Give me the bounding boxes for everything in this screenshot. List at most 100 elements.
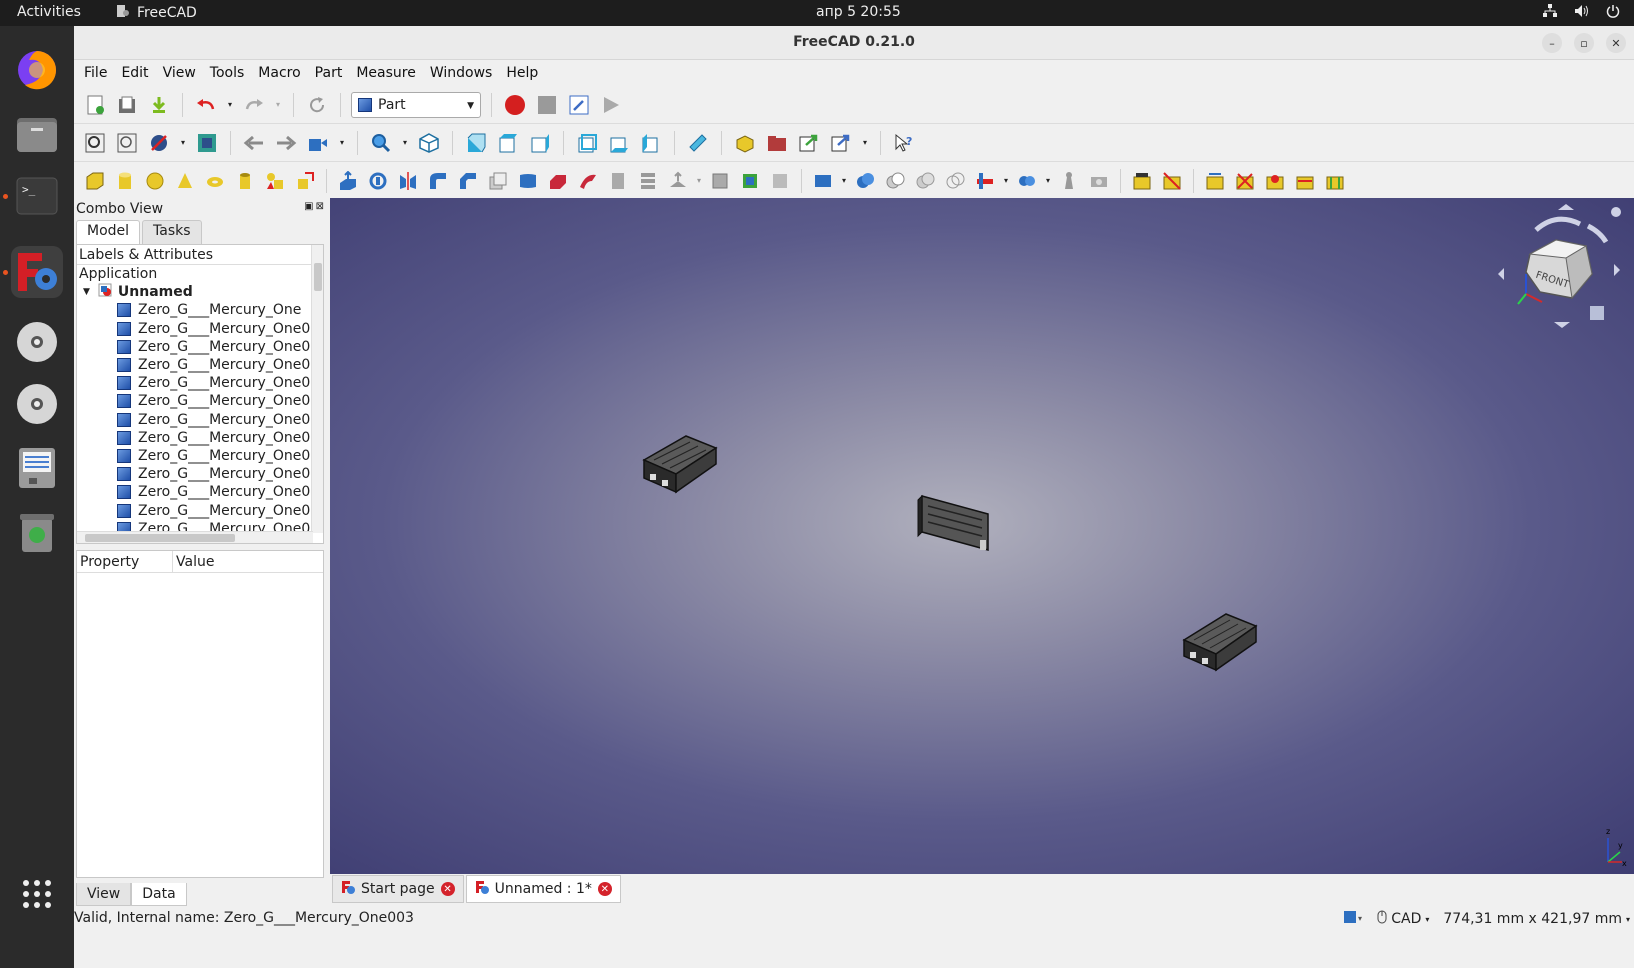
measure-toggle-delta-icon[interactable] [1322,168,1348,194]
close-tab-icon[interactable]: ✕ [597,882,612,896]
record-macro-icon[interactable] [502,92,528,118]
navigation-cube[interactable]: FRONT [1496,202,1626,332]
fillet-icon[interactable] [425,168,451,194]
volume-icon[interactable] [1574,4,1590,22]
cross-sections-icon[interactable] [635,168,661,194]
open-document-icon[interactable] [114,92,140,118]
tree-item[interactable]: Zero_G___Mercury_One00 [77,356,323,374]
right-view-icon[interactable] [527,130,553,156]
measure-angular-icon[interactable] [1159,168,1185,194]
compound-tools-icon[interactable] [810,168,836,194]
measure-toggle-all-icon[interactable] [1262,168,1288,194]
tree-item[interactable]: Zero_G___Mercury_One00 [77,411,323,429]
nav-dropdown-icon[interactable]: ▾ [337,130,347,156]
isometric-view-icon[interactable] [416,130,442,156]
bounding-box-icon[interactable] [194,130,220,156]
refresh-icon[interactable] [304,92,330,118]
draw-style-dropdown-icon[interactable]: ▾ [178,130,188,156]
compound-dropdown-icon[interactable]: ▾ [840,168,848,194]
create-part-icon[interactable] [732,130,758,156]
attachment-icon[interactable] [767,168,793,194]
model-tree[interactable]: Labels & Attributes Application ▼ Unname… [76,244,324,544]
join-features-icon[interactable] [972,168,998,194]
tree-item[interactable]: Zero_G___Mercury_One00 [77,320,323,338]
menu-macro[interactable]: Macro [258,65,300,81]
tree-item[interactable]: Zero_G___Mercury_One00 [77,392,323,410]
close-button[interactable]: ✕ [1606,33,1626,53]
power-icon[interactable] [1606,4,1620,22]
fit-all-icon[interactable] [82,130,108,156]
section-icon[interactable] [605,168,631,194]
back-arrow-icon[interactable] [241,130,267,156]
dimension-readout[interactable]: 774,31 mm x 421,97 mm ▾ [1443,911,1630,927]
make-face-icon[interactable] [485,168,511,194]
mirror-icon[interactable] [395,168,421,194]
fuse-icon[interactable] [912,168,938,194]
carriage-part-2[interactable] [914,490,994,560]
tab-start-page[interactable]: Start page ✕ [332,875,464,903]
link-actions-icon[interactable] [828,130,854,156]
tree-vertical-scrollbar[interactable] [311,245,323,533]
offset-dropdown-icon[interactable]: ▾ [695,168,703,194]
forward-arrow-icon[interactable] [273,130,299,156]
link-dropdown-icon[interactable]: ▾ [860,130,870,156]
undock-icon[interactable]: ▣ [304,201,313,212]
tab-view[interactable]: View [76,883,132,906]
bottom-view-icon[interactable] [606,130,632,156]
tree-item[interactable]: Zero_G___Mercury_One00 [77,338,323,356]
whats-this-icon[interactable]: ? [891,130,917,156]
tree-item[interactable]: Zero_G___Mercury_One00 [77,429,323,447]
app-menu[interactable]: FreeCAD [116,4,197,22]
activities-button[interactable]: Activities [17,4,81,20]
tab-unnamed-document[interactable]: Unnamed : 1* ✕ [465,875,621,903]
part-box-icon[interactable] [82,168,108,194]
property-editor[interactable]: Property Value [76,550,324,878]
menu-measure[interactable]: Measure [356,65,416,81]
extrude-icon[interactable] [335,168,361,194]
tree-item[interactable]: Zero_G___Mercury_One [77,301,323,319]
part-torus-icon[interactable] [202,168,228,194]
part-cone-icon[interactable] [172,168,198,194]
undo-dropdown-icon[interactable]: ▾ [225,92,235,118]
firefox-icon[interactable] [11,44,63,96]
measure-ruler-icon[interactable] [685,130,711,156]
close-panel-icon[interactable]: ⊠ [316,201,324,212]
collapse-arrow-icon[interactable]: ▼ [83,283,90,301]
tree-horizontal-scrollbar[interactable] [77,531,313,543]
top-view-icon[interactable] [495,130,521,156]
zoom-icon[interactable] [368,130,394,156]
part-tube-icon[interactable] [232,168,258,194]
chamfer-icon[interactable] [455,168,481,194]
measure-linear-icon[interactable] [1129,168,1155,194]
boolean-icon[interactable] [852,168,878,194]
redo-dropdown-icon[interactable]: ▾ [273,92,283,118]
workbench-nav-icon[interactable] [305,130,331,156]
menu-help[interactable]: Help [506,65,538,81]
projection-icon[interactable] [737,168,763,194]
measure-refresh-icon[interactable] [1202,168,1228,194]
freecad-dock-icon[interactable] [11,246,63,298]
3d-viewport[interactable]: FRONT z y x [330,198,1634,874]
show-apps-icon[interactable] [11,868,63,920]
tree-document-row[interactable]: ▼ Unnamed [77,283,323,301]
carriage-part-3[interactable] [1180,608,1260,676]
measure-clear-icon[interactable] [1232,168,1258,194]
zoom-dropdown-icon[interactable]: ▾ [400,130,410,156]
left-view-icon[interactable] [638,130,664,156]
stop-macro-icon[interactable] [534,92,560,118]
menu-edit[interactable]: Edit [121,65,148,81]
offset-icon[interactable] [665,168,691,194]
maximize-button[interactable]: ▫ [1574,33,1594,53]
split-icon[interactable] [1014,168,1040,194]
create-link-icon[interactable] [796,130,822,156]
cut-icon[interactable] [882,168,908,194]
menu-file[interactable]: File [84,65,107,81]
carriage-part-1[interactable] [640,430,720,498]
clock[interactable]: апр 5 20:55 [816,4,901,20]
tree-item[interactable]: Zero_G___Mercury_One01 [77,501,323,519]
tree-item[interactable]: Zero_G___Mercury_One00 [77,465,323,483]
check-geometry-icon[interactable] [1056,168,1082,194]
part-sphere-icon[interactable] [142,168,168,194]
system-tray[interactable] [1542,4,1620,22]
redo-icon[interactable] [241,92,267,118]
